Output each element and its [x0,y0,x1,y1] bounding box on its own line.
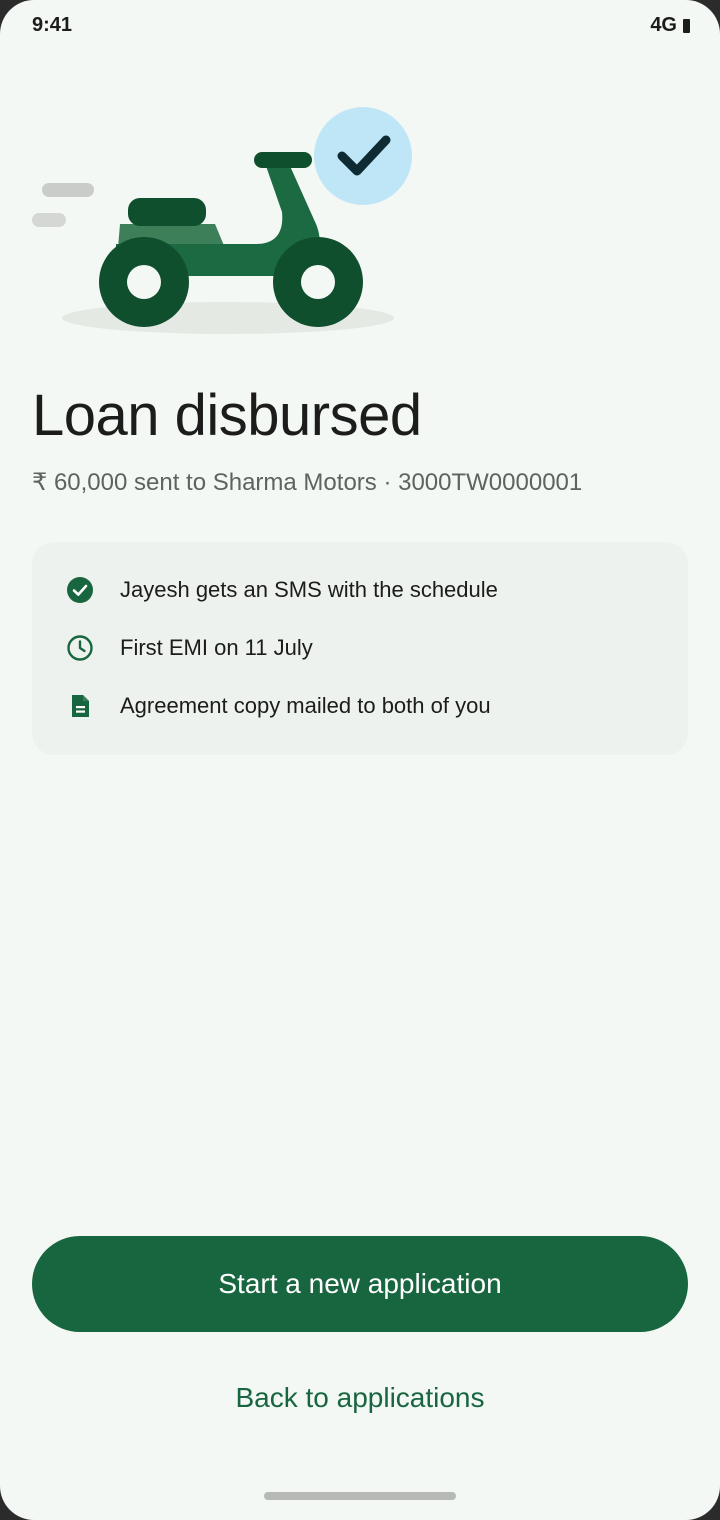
status-time: 9:41 [32,14,73,36]
info-item-text: First EMI on 11 July [120,635,313,660]
battery-icon [683,18,690,33]
scooter-illustration [20,96,440,346]
status-indicators: 4G [650,14,690,37]
status-bar: 9:41 4G [0,0,720,52]
info-item-text: Jayesh gets an SMS with the schedule [120,577,498,602]
info-card: Jayesh gets an SMS with the schedule Fir… [32,542,688,755]
network-label: 4G [650,14,677,36]
screen: 9:41 4G Loan disbursed ₹ 60,000 sent to … [0,0,720,1520]
scooter-icon [32,107,412,334]
back-to-applications-link[interactable]: Back to applications [160,1370,560,1426]
info-item-emi: First EMI on 11 July [64,630,313,666]
info-item-sms: Jayesh gets an SMS with the schedule [64,572,498,608]
disbursement-summary: ₹ 60,000 sent to Sharma Motors · 3000TW0… [32,469,583,496]
clock-icon [64,632,96,664]
home-indicator[interactable] [264,1492,456,1500]
info-item-agreement: Agreement copy mailed to both of you [64,688,491,724]
page-title: Loan disbursed [32,383,422,448]
info-item-text: Agreement copy mailed to both of you [120,693,491,718]
check-circle-icon [64,574,96,606]
start-new-application-button[interactable]: Start a new application [32,1236,688,1332]
document-icon [64,690,96,722]
